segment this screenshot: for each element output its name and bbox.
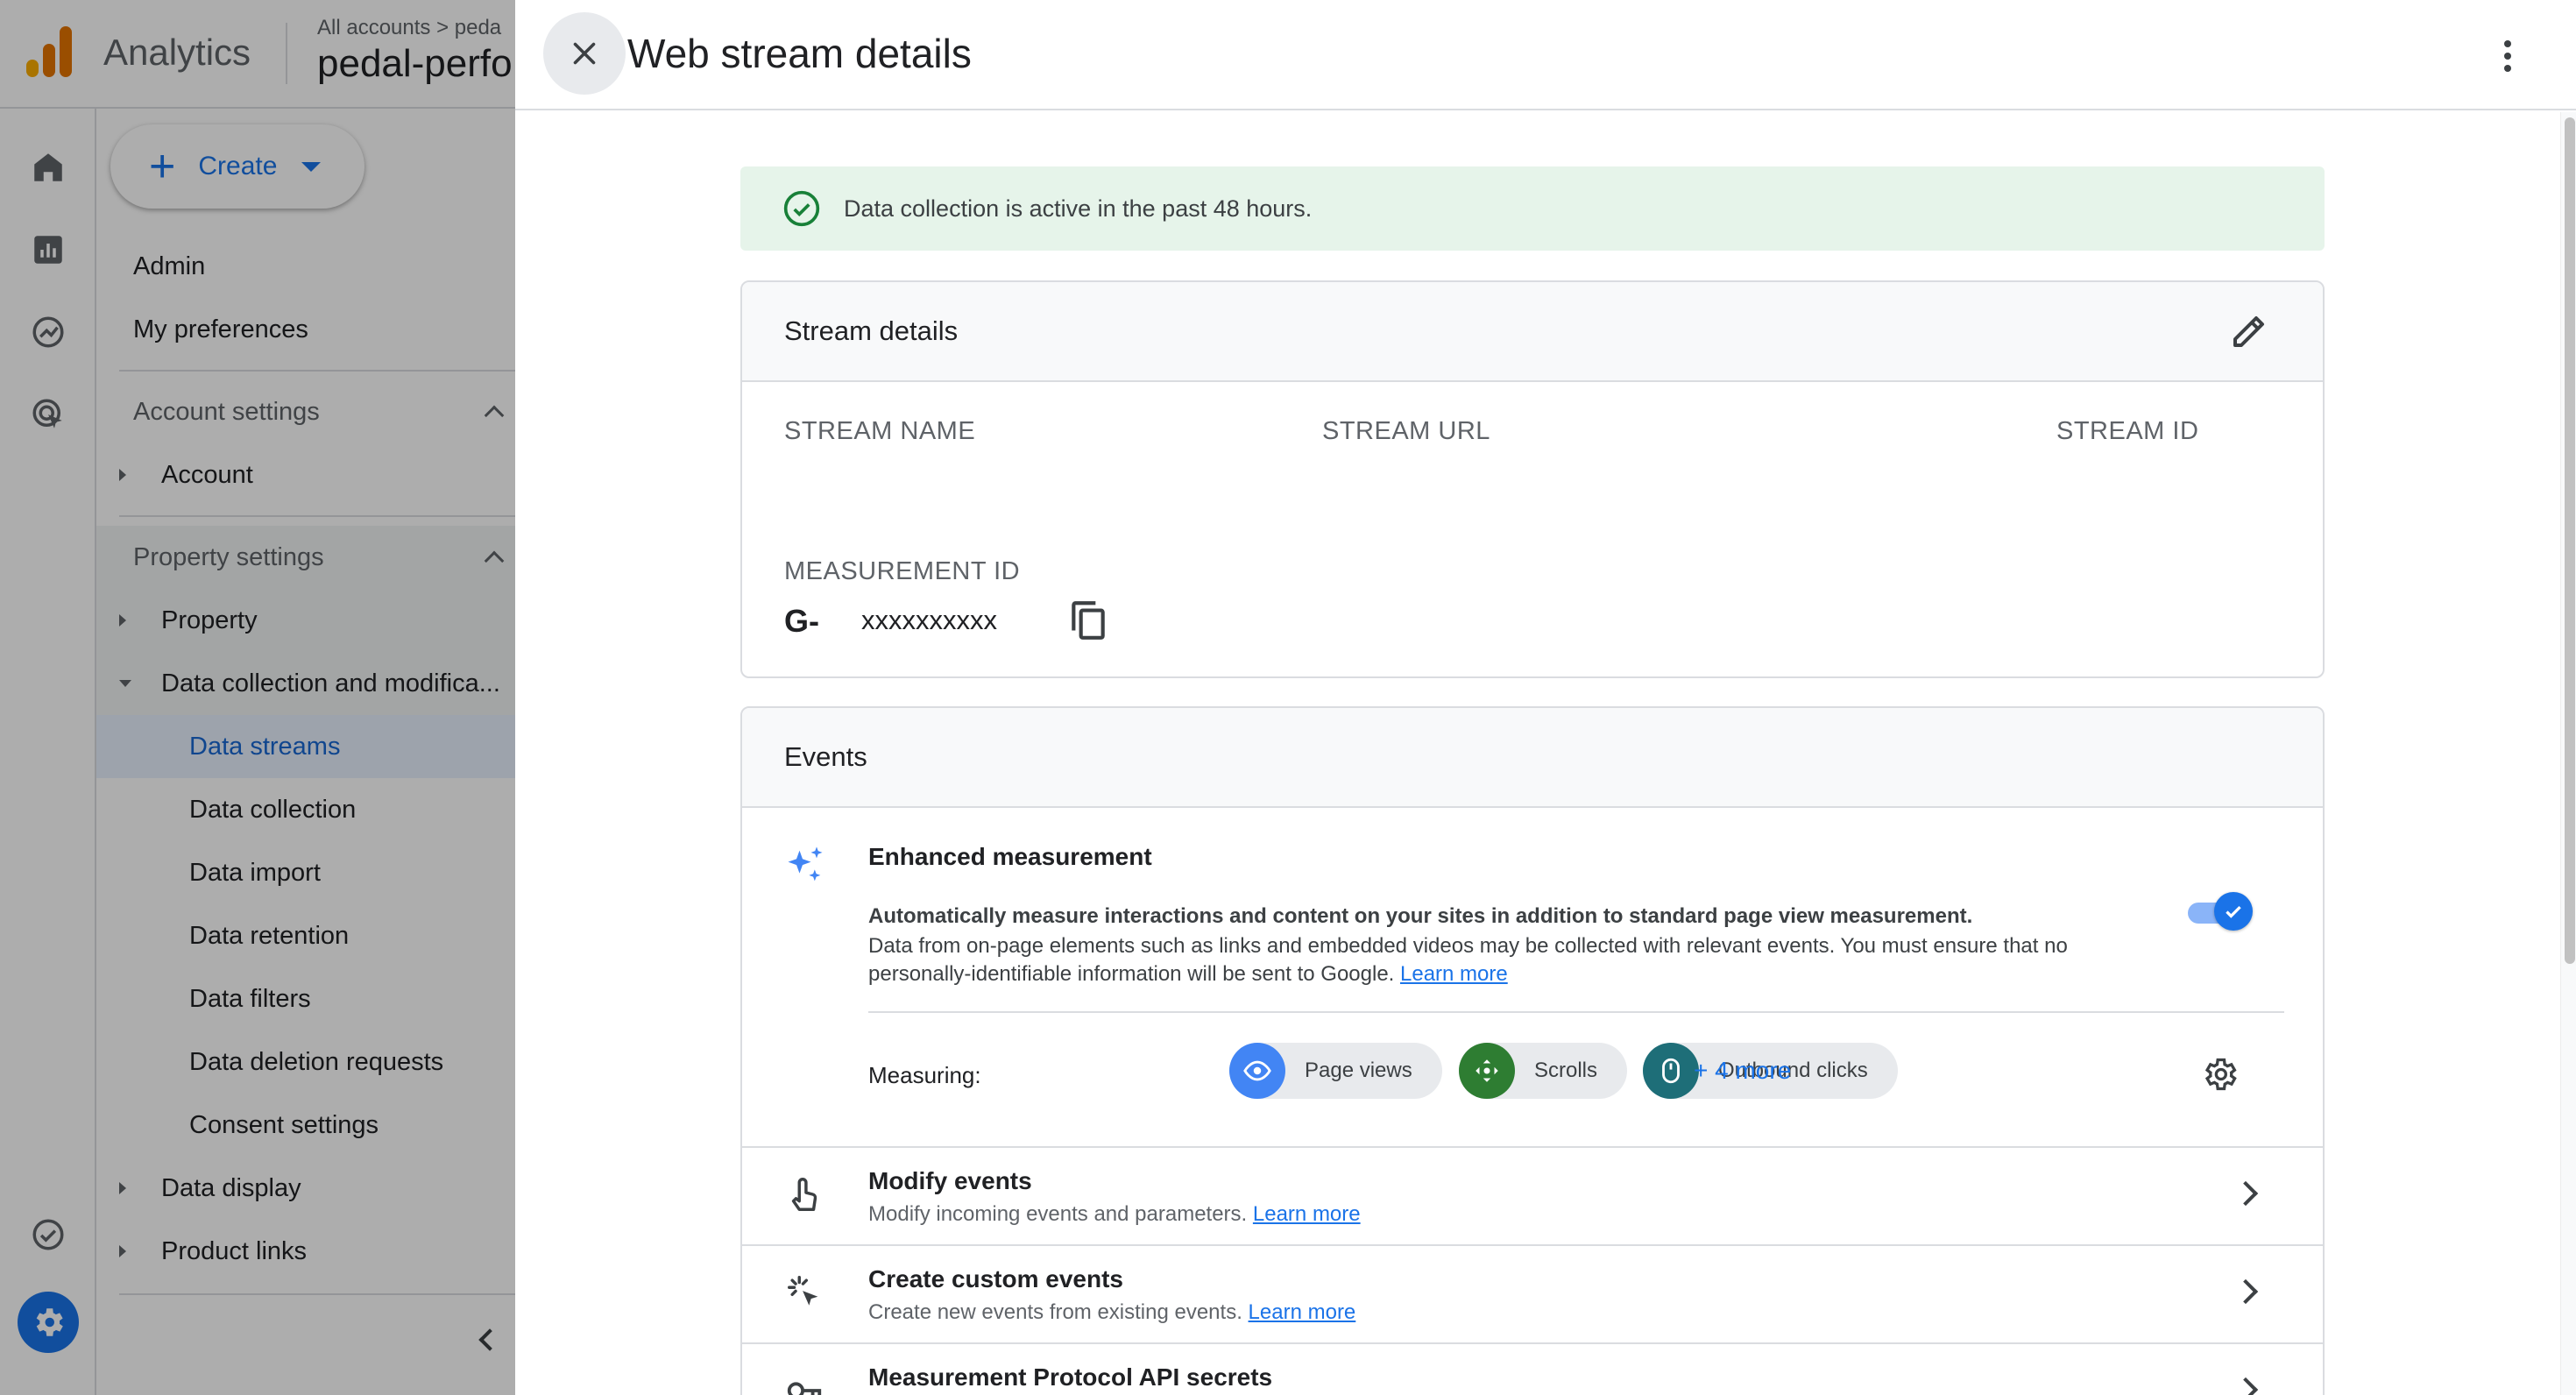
chevron-right-icon	[2233, 1180, 2259, 1207]
chip-label: Page views	[1305, 1059, 1412, 1082]
scrollbar-thumb[interactable]	[2565, 117, 2575, 964]
enhanced-measurement-section: Enhanced measurement Automatically measu…	[742, 808, 2323, 1146]
row-measurement-protocol-api-secrets[interactable]: Measurement Protocol API secrets	[742, 1342, 2323, 1395]
mouse-icon	[1643, 1043, 1699, 1099]
close-button[interactable]	[543, 12, 626, 95]
row-subtitle-text: Create new events from existing events.	[868, 1300, 1242, 1324]
scrollbar[interactable]	[2560, 112, 2576, 1395]
row-modify-events[interactable]: Modify events Modify incoming events and…	[742, 1146, 2323, 1244]
row-create-custom-events[interactable]: Create custom events Create new events f…	[742, 1244, 2323, 1342]
measuring-label: Measuring:	[868, 1062, 981, 1088]
enhanced-measurement-title: Enhanced measurement	[868, 843, 1152, 870]
row-subtitle: Create new events from existing events. …	[868, 1300, 1355, 1325]
chip-label: Scrolls	[1534, 1059, 1598, 1082]
eye-icon	[1229, 1043, 1285, 1099]
chip-page-views[interactable]: Page views	[1229, 1043, 1442, 1099]
events-card: Events Enhanced measurement Automaticall…	[740, 706, 2325, 1395]
checkmark-icon	[2226, 905, 2241, 918]
measurement-id-value: xxxxxxxxxx	[861, 605, 997, 635]
more-measurements-link[interactable]: + 4 more	[1694, 1057, 1791, 1085]
learn-more-link[interactable]: Learn more	[1253, 1202, 1361, 1226]
divider	[868, 1011, 2284, 1013]
panel-title: Web stream details	[627, 31, 972, 76]
scroll-icon	[1459, 1043, 1515, 1099]
settings-gear-icon[interactable]	[2200, 1055, 2239, 1094]
status-text: Data collection is active in the past 48…	[844, 195, 1313, 222]
cursor-click-icon	[788, 1276, 818, 1306]
web-stream-details-panel: Web stream details Data collection is ac…	[515, 0, 2576, 1395]
events-title: Events	[784, 741, 867, 772]
stream-url-label: STREAM URL	[1322, 417, 1490, 445]
status-banner: Data collection is active in the past 48…	[740, 166, 2325, 251]
close-icon	[573, 42, 596, 65]
learn-more-link[interactable]: Learn more	[1249, 1300, 1356, 1324]
more-options-button[interactable]	[2490, 35, 2525, 77]
learn-more-link[interactable]: Learn more	[1400, 962, 1508, 986]
measurement-id-prefix: G-	[784, 603, 819, 639]
row-title: Modify events	[868, 1167, 1032, 1194]
touch-icon	[791, 1178, 817, 1211]
enhanced-measurement-summary: Automatically measure interactions and c…	[868, 904, 1973, 928]
row-title: Measurement Protocol API secrets	[868, 1363, 1273, 1391]
stream-details-title: Stream details	[784, 315, 959, 346]
panel-header: Web stream details	[515, 0, 2576, 110]
check-circle-icon	[783, 190, 820, 227]
row-title: Create custom events	[868, 1265, 1124, 1292]
measurement-id-label: MEASUREMENT ID	[784, 557, 1021, 585]
copy-icon[interactable]	[1066, 596, 1110, 643]
stream-details-card: Stream details STREAM NAME STREAM URL ST…	[740, 280, 2325, 678]
row-subtitle-text: Modify incoming events and parameters.	[868, 1202, 1248, 1226]
chevron-right-icon	[2233, 1278, 2259, 1305]
stream-id-label: STREAM ID	[2056, 417, 2199, 445]
key-icon	[787, 1382, 822, 1395]
chip-scrolls[interactable]: Scrolls	[1459, 1043, 1628, 1099]
edit-pencil-icon[interactable]	[2228, 310, 2270, 352]
enhanced-measurement-description: Data from on-page elements such as links…	[868, 932, 2077, 988]
row-subtitle: Modify incoming events and parameters. L…	[868, 1202, 1361, 1227]
stream-name-label: STREAM NAME	[784, 417, 976, 445]
events-header: Events	[742, 708, 2323, 808]
stream-details-header: Stream details	[742, 282, 2323, 382]
chevron-right-icon	[2233, 1377, 2259, 1395]
enhanced-measurement-toggle[interactable]	[2188, 892, 2253, 931]
sparkle-icon	[788, 846, 823, 882]
